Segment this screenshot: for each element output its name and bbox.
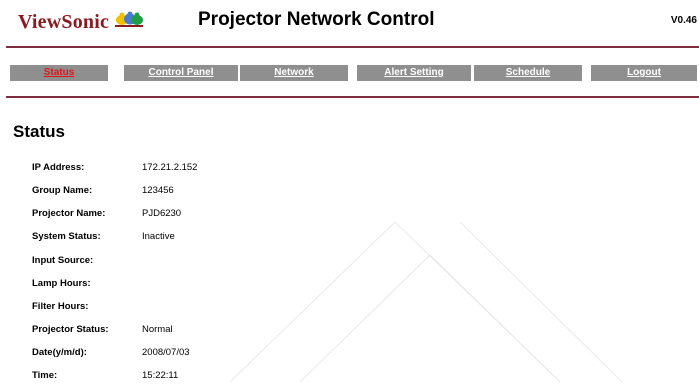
projector-name-value: PJD6230 — [142, 208, 182, 219]
tab-network[interactable]: Network — [240, 65, 348, 81]
version-label: V0.46 — [670, 15, 697, 26]
group-name-value: 123456 — [142, 185, 174, 196]
app-title: Projector Network Control — [198, 9, 435, 30]
projector-status-value: Normal — [142, 324, 173, 335]
status-row: Projector Status: Normal — [32, 324, 432, 338]
time-value: 15:22:11 — [142, 370, 179, 381]
system-status-label: System Status: — [32, 231, 101, 242]
date-label: Date(y/m/d): — [32, 347, 87, 358]
tab-alert-setting[interactable]: Alert Setting — [357, 65, 471, 81]
header-divider — [6, 46, 699, 48]
system-status-value: Inactive — [142, 231, 175, 242]
tab-control-panel[interactable]: Control Panel — [124, 65, 238, 81]
header: ViewSonic Projector Network Control V0.4… — [0, 0, 699, 44]
logo-text: ViewSonic — [18, 10, 110, 33]
status-row: Input Source: — [32, 255, 432, 269]
tab-logout[interactable]: Logout — [591, 65, 697, 81]
projector-name-label: Projector Name: — [32, 208, 106, 219]
status-row: Projector Name: PJD6230 — [32, 208, 432, 222]
birds-icon — [114, 8, 144, 33]
date-value: 2008/07/03 — [142, 347, 190, 358]
tab-schedule[interactable]: Schedule — [474, 65, 582, 81]
status-row: System Status: Inactive — [32, 231, 432, 245]
viewsonic-logo: ViewSonic — [18, 9, 144, 35]
status-row: IP Address: 172.21.2.152 — [32, 162, 432, 176]
status-row: Lamp Hours: — [32, 278, 432, 292]
status-row: Date(y/m/d): 2008/07/03 — [32, 347, 432, 361]
status-row: Group Name: 123456 — [32, 185, 432, 199]
nav-divider — [6, 96, 699, 98]
filter-hours-label: Filter Hours: — [32, 301, 89, 312]
page-title: Status — [13, 122, 65, 141]
status-row: Filter Hours: — [32, 301, 432, 315]
tab-status[interactable]: Status — [10, 65, 108, 81]
group-name-label: Group Name: — [32, 185, 93, 196]
input-source-label: Input Source: — [32, 255, 94, 266]
ip-address-value: 172.21.2.152 — [142, 162, 198, 173]
lamp-hours-label: Lamp Hours: — [32, 278, 91, 289]
projector-status-label: Projector Status: — [32, 324, 109, 335]
time-label: Time: — [32, 370, 58, 381]
ip-address-label: IP Address: — [32, 162, 85, 173]
